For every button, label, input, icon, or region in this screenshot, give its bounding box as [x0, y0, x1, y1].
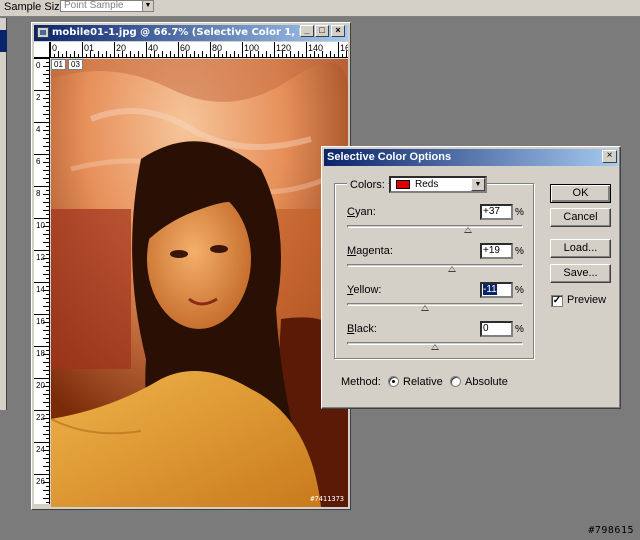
- magenta-slider-thumb[interactable]: [447, 266, 457, 273]
- ruler-tick-label: 6: [36, 157, 41, 166]
- horizontal-ruler[interactable]: 0 01 20 40 60 80 100 120 140 160: [50, 42, 348, 58]
- chevron-down-icon[interactable]: ▼: [471, 178, 485, 191]
- options-bar: Sample Size: Point Sample ▼: [0, 0, 640, 17]
- ruler-tick-label: 4: [36, 125, 41, 134]
- ruler-tick-label: 80: [212, 43, 222, 53]
- canvas-photo[interactable]: 01 03 #7411373: [51, 59, 348, 507]
- ruler-tick-label: 14: [36, 285, 45, 294]
- cyan-slider-thumb[interactable]: [463, 227, 473, 234]
- document-window: mobile01-1.jpg @ 66.7% (Selective Color …: [31, 22, 351, 510]
- relative-radio[interactable]: [388, 376, 399, 387]
- magenta-value-field[interactable]: +19: [480, 243, 513, 259]
- load-button[interactable]: Load...: [550, 239, 611, 258]
- chevron-down-icon[interactable]: ▼: [142, 1, 153, 11]
- channel-tag: 03: [68, 59, 83, 70]
- colors-dropdown[interactable]: Reds ▼: [389, 176, 487, 193]
- cyan-slider-track[interactable]: [347, 225, 523, 228]
- ruler-tick-label: 0: [36, 61, 41, 70]
- ruler-tick-label: 16: [36, 317, 45, 326]
- colors-value: Reds: [415, 179, 439, 190]
- percent-sign: %: [515, 207, 524, 218]
- yellow-slider-track[interactable]: [347, 303, 523, 306]
- ruler-tick-label: 8: [36, 189, 41, 198]
- dialog-title[interactable]: Selective Color Options: [324, 149, 618, 166]
- channel-tag: 01: [51, 59, 66, 70]
- ruler-tick-label: 20: [116, 43, 126, 53]
- minimize-button[interactable]: _: [300, 25, 314, 37]
- preview-checkbox[interactable]: ✓: [551, 295, 563, 307]
- ruler-tick-label: 26: [36, 477, 45, 486]
- ruler-tick-label: 120: [276, 43, 291, 53]
- ruler-tick-label: 18: [36, 349, 45, 358]
- palette-highlight: [0, 30, 7, 52]
- cancel-button[interactable]: Cancel: [550, 208, 611, 227]
- preview-label[interactable]: Preview: [567, 294, 606, 306]
- ruler-tick-label: 12: [36, 253, 45, 262]
- tools-palette-edge: [0, 18, 7, 410]
- black-value-field[interactable]: 0: [480, 321, 513, 337]
- document-title: mobile01-1.jpg @ 66.7% (Selective Color …: [52, 27, 302, 38]
- sample-size-value: Point Sample: [64, 0, 124, 11]
- maximize-button[interactable]: □: [315, 25, 329, 37]
- magenta-slider-track[interactable]: [347, 264, 523, 267]
- vertical-ruler[interactable]: 0246810121416182022242628: [34, 58, 50, 504]
- ruler-tick-label: 01: [84, 43, 94, 53]
- ruler-tick-label: 0: [52, 43, 57, 53]
- selective-color-dialog: Selective Color Options × Colors: Reds ▼…: [321, 146, 621, 409]
- percent-sign: %: [515, 246, 524, 257]
- ruler-tick-label: 40: [148, 43, 158, 53]
- magenta-label: Magenta:: [347, 245, 393, 257]
- ok-button[interactable]: OK: [550, 184, 611, 203]
- absolute-label[interactable]: Absolute: [465, 376, 508, 388]
- yellow-slider-thumb[interactable]: [421, 305, 430, 312]
- method-label: Method:: [341, 376, 381, 388]
- percent-sign: %: [515, 324, 524, 335]
- black-label: Black:: [347, 323, 377, 335]
- photo-image: [51, 59, 348, 507]
- image-id-label: #798615: [588, 525, 634, 536]
- relative-label[interactable]: Relative: [403, 376, 443, 388]
- cyan-label: Cyan:: [347, 206, 376, 218]
- cyan-value-field[interactable]: +37: [480, 204, 513, 220]
- ruler-tick-label: 160: [340, 43, 348, 53]
- color-swatch: [396, 180, 410, 189]
- ruler-tick-label: 100: [244, 43, 259, 53]
- document-icon: [37, 27, 49, 38]
- yellow-label: Yellow:: [347, 284, 382, 296]
- ruler-tick-label: 10: [36, 221, 45, 230]
- ruler-corner: [34, 42, 50, 58]
- ruler-tick-label: 2: [36, 93, 41, 102]
- ruler-tick-label: 24: [36, 445, 45, 454]
- sample-size-select[interactable]: Point Sample ▼: [60, 0, 154, 12]
- save-button[interactable]: Save...: [550, 264, 611, 283]
- ruler-tick-label: 140: [308, 43, 323, 53]
- photo-watermark: #7411373: [310, 495, 344, 503]
- yellow-value-field[interactable]: -11: [480, 282, 513, 298]
- black-slider-thumb[interactable]: [431, 344, 440, 351]
- dialog-close-button[interactable]: ×: [602, 150, 617, 163]
- ruler-tick-label: 60: [180, 43, 190, 53]
- ruler-tick-label: 22: [36, 413, 45, 422]
- close-button[interactable]: ×: [331, 25, 345, 37]
- colors-label: Colors:: [347, 179, 388, 191]
- ruler-tick-label: 20: [36, 381, 45, 390]
- absolute-radio[interactable]: [450, 376, 461, 387]
- percent-sign: %: [515, 285, 524, 296]
